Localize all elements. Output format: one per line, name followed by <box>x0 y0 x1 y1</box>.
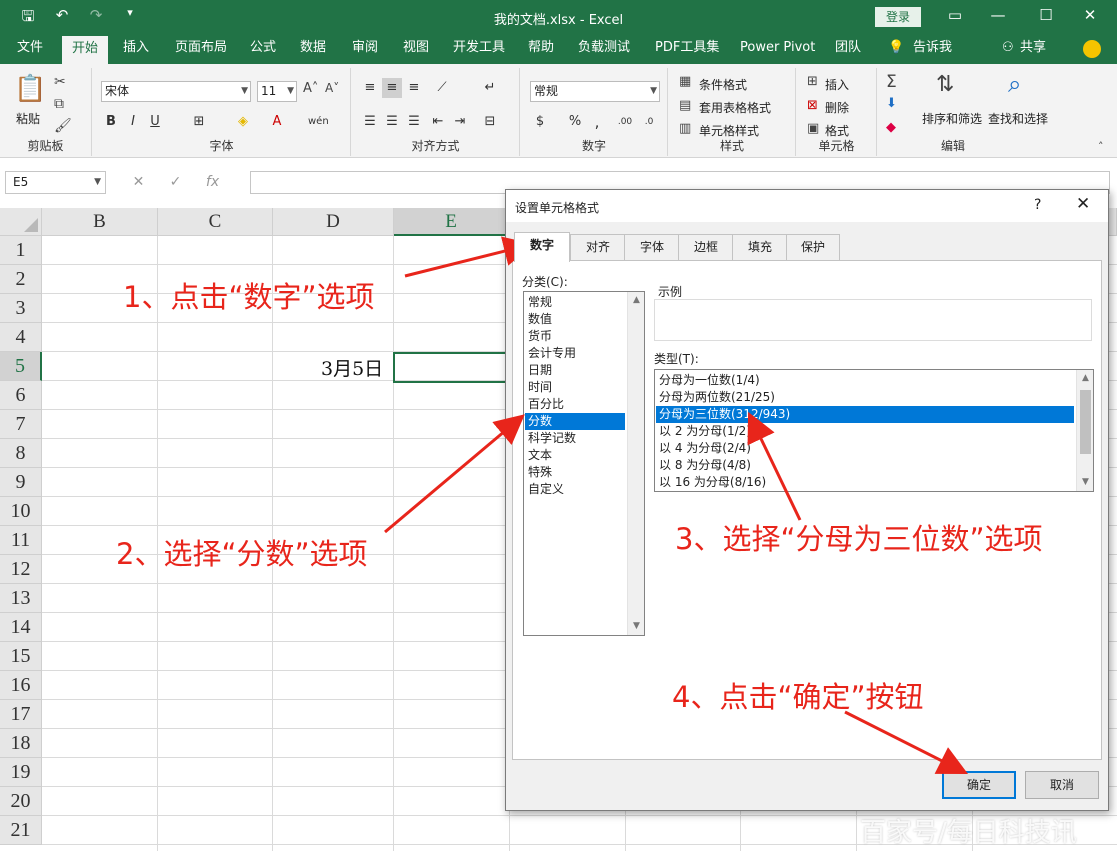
arrow-to-three-digit-type <box>747 411 802 521</box>
watermark: 百家号/每日科技讯 <box>860 818 1077 848</box>
arrow-to-fraction-category <box>384 414 525 534</box>
arrow-to-ok-button <box>844 710 969 775</box>
tab-number[interactable]: 数字 <box>514 232 570 262</box>
arrow-to-number-tab <box>404 236 534 278</box>
annotation-arrows <box>384 236 969 775</box>
